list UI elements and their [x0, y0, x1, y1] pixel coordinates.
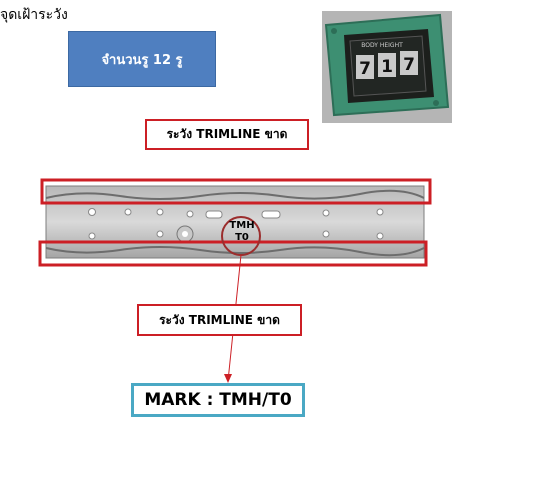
- mark-label: MARK : TMH/T0: [144, 390, 292, 410]
- mark-label-box: MARK : TMH/T0: [131, 383, 305, 417]
- trimline-callout-bottom-label: ระวัง TRIMLINE ขาด: [159, 312, 280, 327]
- trimline-callout-bottom: ระวัง TRIMLINE ขาด: [137, 304, 302, 336]
- part-mark-text: TMH T0: [220, 220, 264, 244]
- part-mark-line1: TMH: [229, 220, 255, 231]
- leader-arrowhead: [224, 374, 232, 383]
- part-mark-line2: T0: [235, 232, 249, 243]
- annotation-overlay: [38, 178, 432, 383]
- trimline-highlight-top: [40, 178, 432, 205]
